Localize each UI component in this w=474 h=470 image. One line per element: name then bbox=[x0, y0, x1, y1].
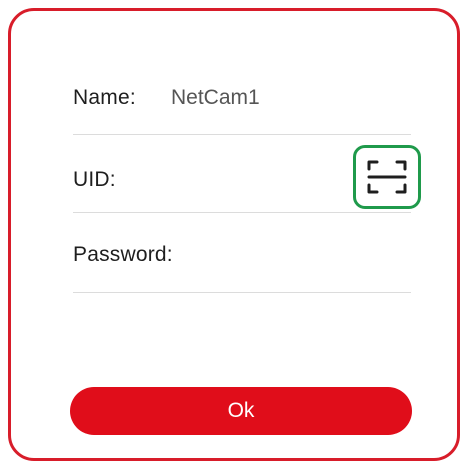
uid-label: UID: bbox=[73, 168, 116, 191]
qr-scan-icon bbox=[367, 160, 407, 194]
scan-button[interactable] bbox=[353, 145, 421, 209]
ok-button[interactable]: Ok bbox=[70, 387, 412, 435]
name-value[interactable]: NetCam1 bbox=[171, 86, 260, 110]
password-label: Password: bbox=[73, 243, 173, 266]
name-label: Name: bbox=[73, 86, 136, 109]
name-field[interactable]: Name: NetCam1 bbox=[73, 78, 411, 135]
password-field[interactable]: Password: bbox=[73, 228, 411, 293]
